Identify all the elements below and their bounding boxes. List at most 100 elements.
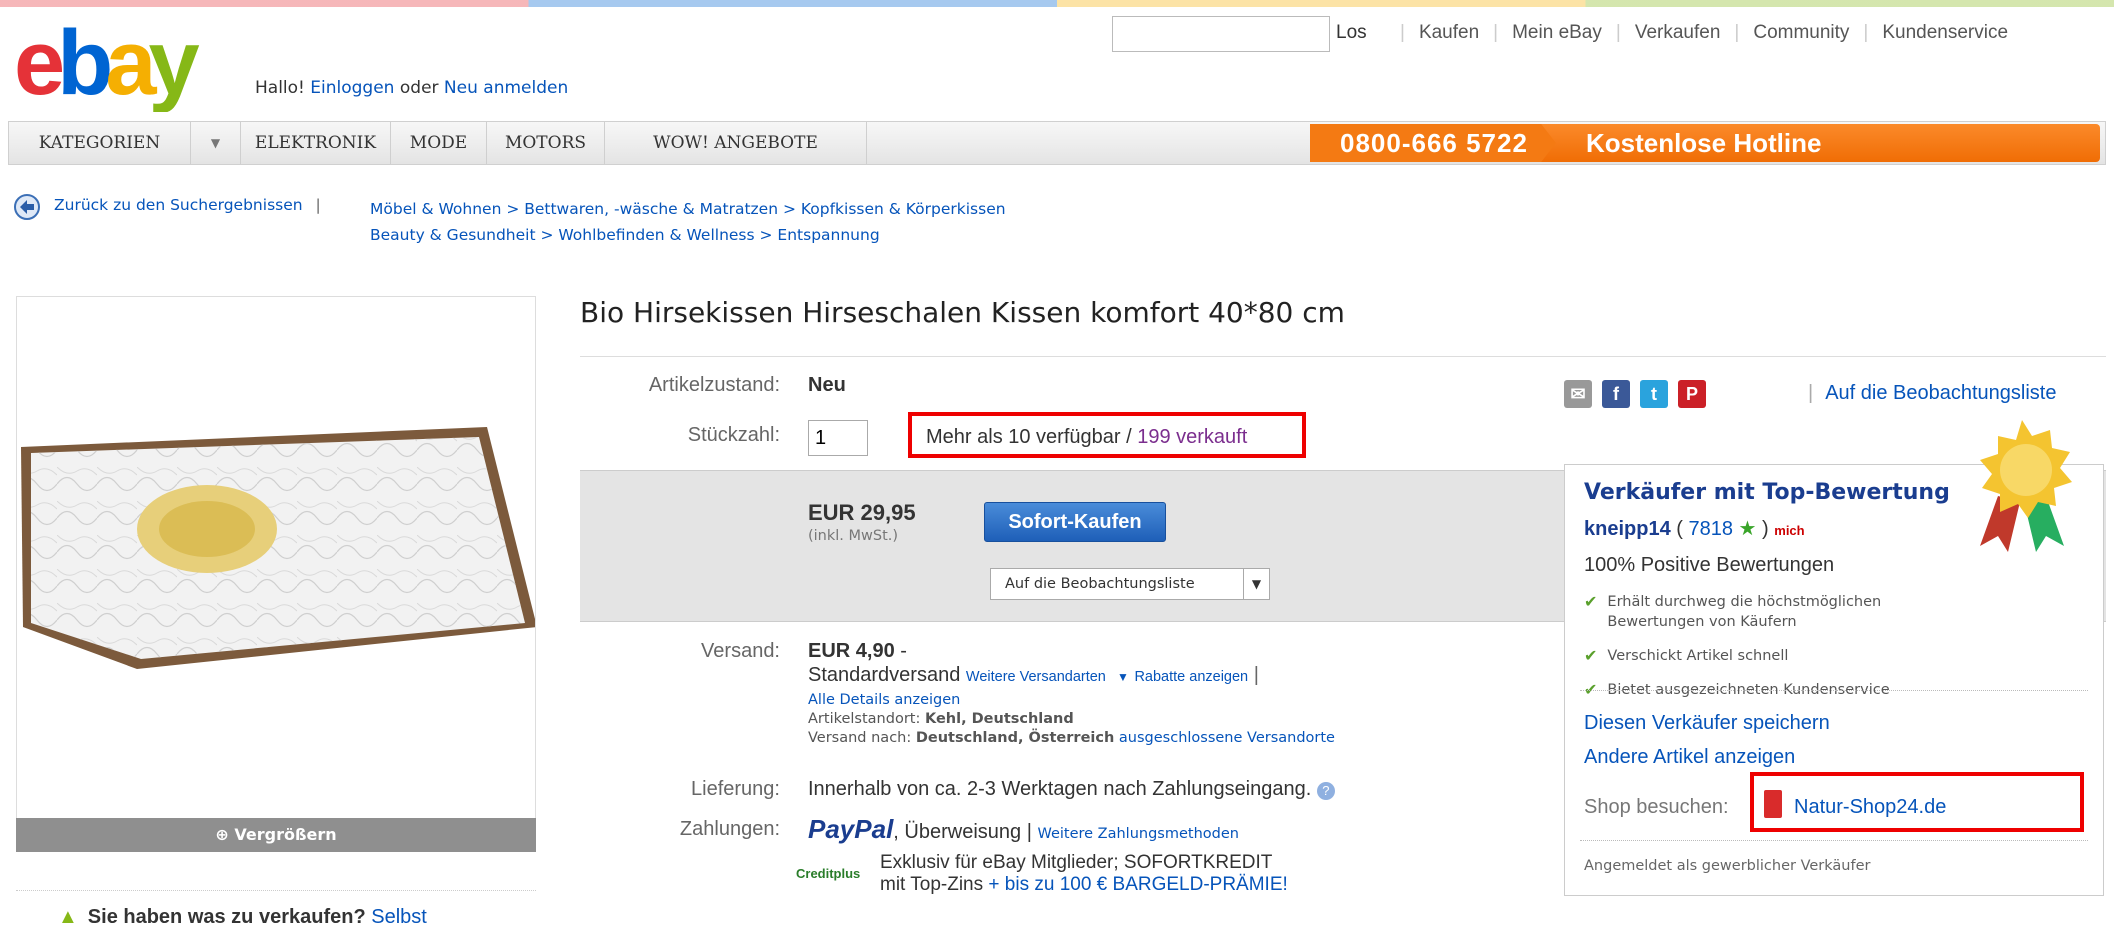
shipping-price: EUR 4,90 bbox=[808, 640, 895, 662]
watchlist-link-row: | Auf die Beobachtungsliste bbox=[1808, 382, 2057, 404]
divider bbox=[580, 356, 2106, 357]
cat-mode[interactable]: MODE bbox=[391, 122, 487, 164]
watchlist-link[interactable]: Auf die Beobachtungsliste bbox=[1825, 382, 2056, 404]
credit-bonus-link[interactable]: + bis zu 100 € BARGELD-PRÄMIE! bbox=[988, 874, 1287, 895]
greeting: Hallo! Einloggen oder Neu anmelden bbox=[255, 78, 568, 98]
enlarge-label: Vergrößern bbox=[234, 825, 337, 844]
sell-icon: ▲ bbox=[58, 906, 78, 926]
email-icon[interactable]: ✉ bbox=[1564, 380, 1592, 408]
breadcrumb-path-1[interactable]: Möbel & Wohnen > Bettwaren, -wäsche & Ma… bbox=[370, 200, 1006, 218]
positive-ratings: 100% Positive Bewertungen bbox=[1584, 554, 1835, 576]
enlarge-button[interactable]: ⊕ Vergrößern bbox=[16, 818, 536, 852]
watchlist-dropdown[interactable]: Auf die Beobachtungsliste ▼ bbox=[990, 568, 1270, 600]
discounts-link[interactable]: Rabatte anzeigen bbox=[1134, 669, 1248, 685]
bullet-1: Erhält durchweg die höchstmöglichen Bewe… bbox=[1607, 594, 1882, 630]
shop-label: Shop besuchen: bbox=[1584, 796, 1729, 818]
breadcrumb-sep: | bbox=[315, 196, 321, 214]
nav-kaufen[interactable]: Kaufen bbox=[1419, 22, 1479, 44]
registered-seller-note: Angemeldet als gewerblicher Verkäufer bbox=[1584, 858, 1871, 874]
chevron-down-icon[interactable]: ▼ bbox=[191, 122, 241, 164]
payment-other: , Überweisung | bbox=[893, 821, 1038, 843]
pinterest-icon[interactable]: P bbox=[1678, 380, 1706, 408]
seller-bullets: ✔ Erhält durchweg die höchstmöglichen Bew… bbox=[1584, 592, 1944, 700]
star-icon: ★ bbox=[1738, 518, 1757, 540]
seller-score-link[interactable]: 7818 bbox=[1688, 518, 1733, 540]
greeting-text: Hallo! bbox=[255, 78, 311, 98]
payment-methods: PayPal, Überweisung | Weitere Zahlungsme… bbox=[808, 814, 1239, 845]
shipping-label: Versand: bbox=[701, 640, 780, 662]
divider bbox=[16, 890, 536, 891]
credit-offer: Exklusiv für eBay Mitglieder; SOFORTKRED… bbox=[880, 852, 1288, 896]
shipping-dash: - bbox=[900, 640, 907, 662]
more-payment-link[interactable]: Weitere Zahlungsmethoden bbox=[1037, 826, 1239, 842]
search-button[interactable]: Los bbox=[1336, 22, 1367, 44]
back-to-results-link[interactable]: Zurück zu den Suchergebnissen bbox=[54, 196, 303, 214]
nav-mein-ebay[interactable]: Mein eBay bbox=[1512, 22, 1602, 44]
top-rated-heading: Verkäufer mit Top-Bewertung bbox=[1584, 480, 1950, 505]
quantity-label: Stückzahl: bbox=[687, 424, 780, 446]
condition-value: Neu bbox=[808, 374, 846, 396]
cat-kategorien[interactable]: KATEGORIEN bbox=[9, 122, 191, 164]
sell-prompt: ▲ Sie haben was zu verkaufen? Selbst bbox=[58, 906, 427, 926]
shipping-details: EUR 4,90 - Standardversand Weitere Versa… bbox=[808, 640, 1335, 746]
share-icons: ✉ f t P bbox=[1564, 380, 1706, 408]
sell-link[interactable]: Selbst bbox=[371, 906, 427, 926]
credit-line-2a: mit Top-Zins bbox=[880, 874, 989, 895]
top-rated-badge-icon bbox=[1980, 420, 2072, 552]
credit-line-1: Exklusiv für eBay Mitglieder; SOFORTKRED… bbox=[880, 852, 1273, 873]
location-value: Kehl, Deutschland bbox=[924, 711, 1074, 727]
sell-text: Sie haben was zu verkaufen? bbox=[87, 906, 366, 926]
shipping-method: Standardversand bbox=[808, 664, 961, 686]
breadcrumb: Möbel & Wohnen > Bettwaren, -wäsche & Ma… bbox=[370, 196, 1006, 248]
top-nav: | Kaufen | Mein eBay | Verkaufen | Commu… bbox=[1400, 22, 2009, 44]
breadcrumb-path-2[interactable]: Beauty & Gesundheit > Wohlbefinden & Wel… bbox=[370, 226, 880, 244]
nav-community[interactable]: Community bbox=[1753, 22, 1849, 44]
more-shipping-link[interactable]: Weitere Versandarten bbox=[966, 669, 1106, 685]
help-icon[interactable]: ? bbox=[1316, 782, 1335, 800]
nav-verkaufen[interactable]: Verkaufen bbox=[1635, 22, 1721, 44]
hotline-label: Kostenlose Hotline bbox=[1585, 127, 1822, 158]
highlight-box bbox=[908, 412, 1306, 458]
condition-label: Artikelzustand: bbox=[648, 374, 780, 396]
nav-kundenservice[interactable]: Kundenservice bbox=[1882, 22, 2008, 44]
register-link[interactable]: Neu anmelden bbox=[444, 78, 568, 98]
divider bbox=[1580, 840, 2088, 841]
seller-name-link[interactable]: kneipp14 bbox=[1584, 518, 1671, 540]
buy-now-button[interactable]: Sofort-Kaufen bbox=[984, 502, 1166, 542]
search-input[interactable] bbox=[1112, 16, 1330, 52]
facebook-icon[interactable]: f bbox=[1602, 380, 1630, 408]
product-title: Bio Hirsekissen Hirseschalen Kissen komf… bbox=[580, 296, 1345, 329]
hotline-number: 0800-666 5722 bbox=[1310, 124, 1556, 162]
delivery-value: Innerhalb von ca. 2-3 Werktagen nach Zah… bbox=[808, 778, 1335, 801]
twitter-icon[interactable]: t bbox=[1640, 380, 1668, 408]
excluded-locations-link[interactable]: ausgeschlossene Versandorte bbox=[1119, 730, 1335, 746]
bullet-2: Verschickt Artikel schnell bbox=[1607, 648, 1789, 664]
paypal-logo: PayPal bbox=[808, 814, 894, 844]
price-value: EUR 29,95 bbox=[808, 500, 916, 525]
cat-wow-angebote[interactable]: WOW! ANGEBOTE bbox=[605, 122, 867, 164]
back-arrow-icon[interactable] bbox=[14, 194, 40, 220]
price-note: (inkl. MwSt.) bbox=[808, 528, 899, 544]
product-image[interactable] bbox=[16, 296, 537, 852]
delivery-label: Lieferung: bbox=[691, 778, 780, 800]
all-details-link[interactable]: Alle Details anzeigen bbox=[808, 692, 960, 708]
other-items-link[interactable]: Andere Artikel anzeigen bbox=[1584, 746, 1795, 769]
ship-to-value: Deutschland, Österreich bbox=[915, 730, 1115, 746]
save-seller-link[interactable]: Diesen Verkäufer speichern bbox=[1584, 712, 1830, 735]
or-text: oder bbox=[394, 78, 444, 98]
login-link[interactable]: Einloggen bbox=[310, 78, 394, 98]
creditplus-logo: Creditplus bbox=[796, 866, 861, 881]
caret-down-icon: ▼ bbox=[1243, 569, 1269, 599]
breadcrumb-back: Zurück zu den Suchergebnissen | bbox=[54, 196, 321, 214]
delivery-text: Innerhalb von ca. 2-3 Werktagen nach Zah… bbox=[808, 778, 1312, 800]
mich-badge[interactable]: mich bbox=[1774, 523, 1804, 538]
cat-motors[interactable]: MOTORS bbox=[487, 122, 605, 164]
quantity-input[interactable] bbox=[808, 420, 868, 456]
ebay-logo[interactable]: ebay bbox=[14, 22, 224, 112]
watchlist-dropdown-label: Auf die Beobachtungsliste bbox=[1005, 576, 1195, 592]
check-icon: ✔ bbox=[1584, 646, 1598, 665]
cat-elektronik[interactable]: ELEKTRONIK bbox=[241, 122, 391, 164]
location-label: Artikelstandort: bbox=[808, 711, 921, 727]
hotline-banner[interactable]: 0800-666 5722 Kostenlose Hotline bbox=[1310, 124, 2100, 162]
divider bbox=[1580, 690, 2088, 691]
